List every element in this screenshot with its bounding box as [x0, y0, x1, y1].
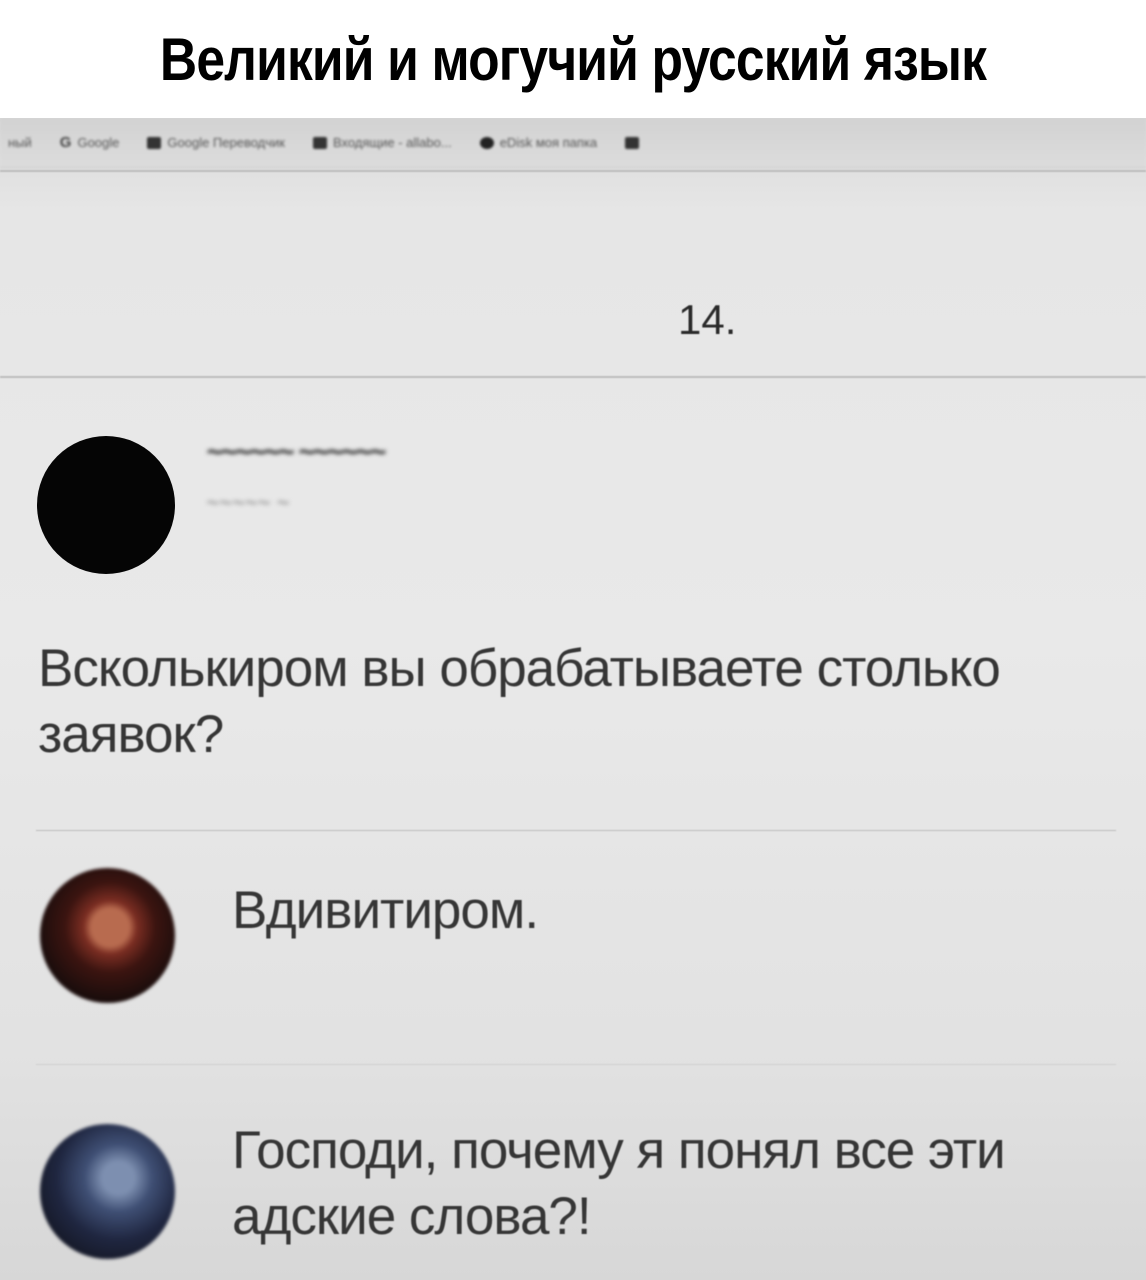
- avatar[interactable]: [40, 1124, 175, 1259]
- reply-text: Господи, почему я понял все эти адские с…: [232, 1121, 1006, 1246]
- bookmark-label: ный: [8, 135, 32, 150]
- avatar[interactable]: [40, 868, 175, 1003]
- reply-divider: [36, 1064, 1116, 1065]
- post-meta: ~~~~~ ~: [206, 490, 290, 515]
- bookmark-label: eDisk моя папка: [499, 135, 598, 150]
- reply-text: Вдивитиром.: [232, 881, 539, 940]
- bookmark-edisk[interactable]: eDisk моя папка: [479, 135, 598, 150]
- bookmark-label: Google: [77, 135, 120, 150]
- google-icon: G: [59, 134, 72, 151]
- folder-icon: [625, 136, 640, 149]
- meme-frame: Великий и могучий русский язык ный G Goo…: [0, 0, 1146, 1280]
- post-text: Всколькиром вы обрабатываете столько зая…: [38, 639, 1001, 764]
- meme-title: Великий и могучий русский язык: [80, 0, 1066, 118]
- bookmark-label: Входящие - allabo...: [332, 135, 452, 150]
- translate-icon: [147, 136, 162, 149]
- avatar[interactable]: [37, 436, 175, 574]
- bookmark-more[interactable]: [625, 136, 640, 149]
- toolbar-divider: [0, 170, 1146, 172]
- comments-divider: [36, 830, 1116, 831]
- bookmark-label: Google Переводчик: [167, 135, 285, 150]
- bookmark-inbox[interactable]: Входящие - allabo...: [312, 135, 452, 150]
- bookmark-translate[interactable]: Google Переводчик: [147, 135, 285, 150]
- mail-icon: [312, 136, 327, 149]
- post-author[interactable]: ~~~~~~ ~~~~~~: [206, 436, 386, 468]
- disk-icon: [479, 136, 494, 149]
- bookmark-google[interactable]: G Google: [60, 134, 120, 151]
- section-divider: [0, 376, 1146, 378]
- page-number: 14.: [678, 296, 737, 343]
- bookmark-partial[interactable]: ный: [8, 135, 32, 150]
- screen-photo: ный G Google Google Переводчик Входящие …: [0, 118, 1146, 1280]
- bookmarks-bar: ный G Google Google Переводчик Входящие …: [0, 118, 1146, 168]
